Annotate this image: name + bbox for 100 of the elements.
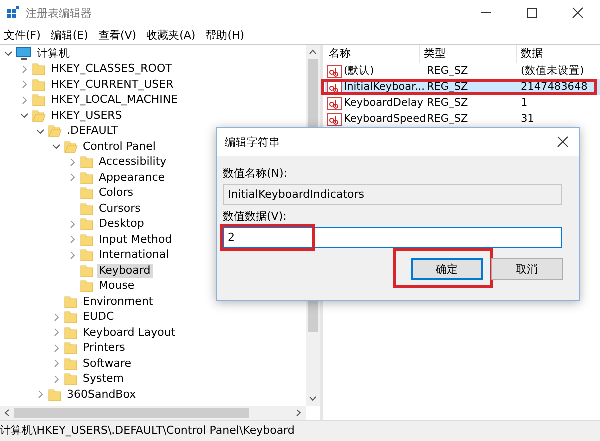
value-name: InitialKeyboar... [344,81,425,93]
chevron-down-icon[interactable] [20,111,29,120]
value-row[interactable]: (默认) REG_SZ (数值未设置) [325,63,600,79]
menu-item[interactable]: 帮助(H) [206,28,245,42]
value-type: REG_SZ [426,81,470,93]
chevron-right-icon[interactable] [68,220,77,229]
chevron-right-icon[interactable] [20,96,29,105]
string-value-icon [327,64,342,78]
tree-item[interactable]: Keyboard [97,264,153,278]
folder-icon [64,294,78,309]
tree-item[interactable]: HKEY_USERS [49,108,124,123]
tree-item[interactable]: HKEY_CLASSES_ROOT [49,62,174,76]
tree-item[interactable]: Control Panel [81,140,158,154]
field-label: 数值名称(N): [223,166,289,181]
tree-item[interactable]: .DEFAULT [65,124,120,138]
tree-item[interactable]: Input Method [97,232,174,247]
value-name-field[interactable]: InitialKeyboardIndicators [223,184,562,205]
tree-item[interactable]: 计算机 [35,46,72,61]
chevron-right-icon[interactable] [52,312,61,322]
value-data: 1 [520,97,528,109]
tree-item[interactable]: HKEY_LOCAL_MACHINE [49,93,180,108]
chevron-right-icon[interactable] [68,235,77,244]
close-icon[interactable] [572,7,584,19]
chevron-right-icon[interactable] [52,359,61,368]
tree-item[interactable]: Printers [81,341,128,356]
chevron-right-icon[interactable] [20,80,29,90]
tree-item[interactable]: Appearance [97,170,168,185]
tree-item[interactable]: Colors [97,186,136,200]
scroll-up-icon[interactable] [309,49,317,55]
open-folder-icon [64,140,78,154]
tree-item[interactable]: Desktop [97,217,146,232]
chevron-right-icon[interactable] [52,374,61,384]
chevron-right-icon[interactable] [68,250,77,260]
value-type: REG_SZ [426,97,470,109]
tree-item[interactable]: EUDC [81,310,116,324]
value-name: KeyboardSpeed [344,113,426,125]
folder-icon [80,264,94,278]
chevron-right-icon[interactable] [68,158,77,167]
folder-icon [80,155,94,170]
folder-icon [32,78,46,92]
folder-icon [80,202,94,216]
value-row[interactable]: KeyboardDelay REG_SZ 1 [325,95,600,111]
folder-icon [32,93,46,108]
chevron-right-icon[interactable] [52,344,61,353]
dialog-button[interactable]: 确定 [411,258,483,280]
column-header[interactable]: 数据 [517,45,600,63]
status-bar: 计算机\HKEY_USERS\.DEFAULT\Control Panel\Keyboard [0,420,600,441]
menu-item[interactable]: 文件(F) [4,28,41,42]
tree-item[interactable]: System [81,372,126,386]
maximize-icon[interactable] [526,7,538,19]
chevron-right-icon[interactable] [52,328,61,338]
folder-icon [80,232,94,247]
registry-app-icon [6,6,20,20]
tree-item[interactable]: 360SandBox [65,388,138,402]
tree-item[interactable]: Keyboard Layout [81,326,178,340]
folder-icon [80,217,94,232]
value-data: 2147483648 [520,81,588,93]
value-row[interactable]: KeyboardSpeed REG_SZ 31 [325,111,600,127]
chevron-down-icon[interactable] [4,49,13,58]
tree-item[interactable]: Cursors [97,202,143,216]
tree-item[interactable]: Environment [81,294,156,309]
scroll-left-icon[interactable] [4,409,10,417]
scroll-right-icon[interactable] [296,409,302,417]
menu-item[interactable]: 查看(V) [98,28,137,42]
value-name: KeyboardDelay [344,97,424,109]
tree-item[interactable]: HKEY_CURRENT_USER [49,78,176,92]
value-data: (数值未设置) [520,64,584,78]
folder-icon [48,388,62,402]
tree-item[interactable]: International [97,248,172,262]
chevron-right-icon[interactable] [68,173,77,182]
tree-item[interactable]: Software [81,356,134,371]
chevron-right-icon[interactable] [20,64,29,74]
folder-icon [64,372,78,386]
dialog-button[interactable]: 取消 [491,258,563,280]
folder-icon [80,186,94,200]
close-icon[interactable] [557,136,569,148]
chevron-down-icon[interactable] [52,142,61,152]
value-type: REG_SZ [426,113,470,125]
horizontal-scrollbar[interactable] [0,406,306,420]
menu-item[interactable]: 收藏夹(A) [146,28,196,42]
value-data-field[interactable]: 2 [223,227,562,248]
scroll-down-icon[interactable] [309,396,317,402]
column-header[interactable]: 名称 [325,45,420,63]
value-data: 31 [520,113,534,125]
column-header[interactable]: 类型 [420,45,517,63]
folder-icon [64,356,78,371]
tree-item[interactable]: Accessibility [97,155,169,170]
string-value-icon [327,96,342,110]
chevron-right-icon[interactable] [36,390,45,400]
folder-icon [64,326,78,340]
dialog-title: 编辑字符串 [225,134,280,150]
value-type: REG_SZ [426,65,470,77]
scrollbar-thumb[interactable] [14,408,249,418]
value-name: (默认) [344,64,374,78]
folder-icon [64,310,78,324]
menu-item[interactable]: 编辑(E) [50,28,88,42]
chevron-down-icon[interactable] [36,126,45,136]
tree-item[interactable]: Mouse [97,279,137,294]
open-folder-icon [32,108,46,123]
folder-icon [80,248,94,262]
